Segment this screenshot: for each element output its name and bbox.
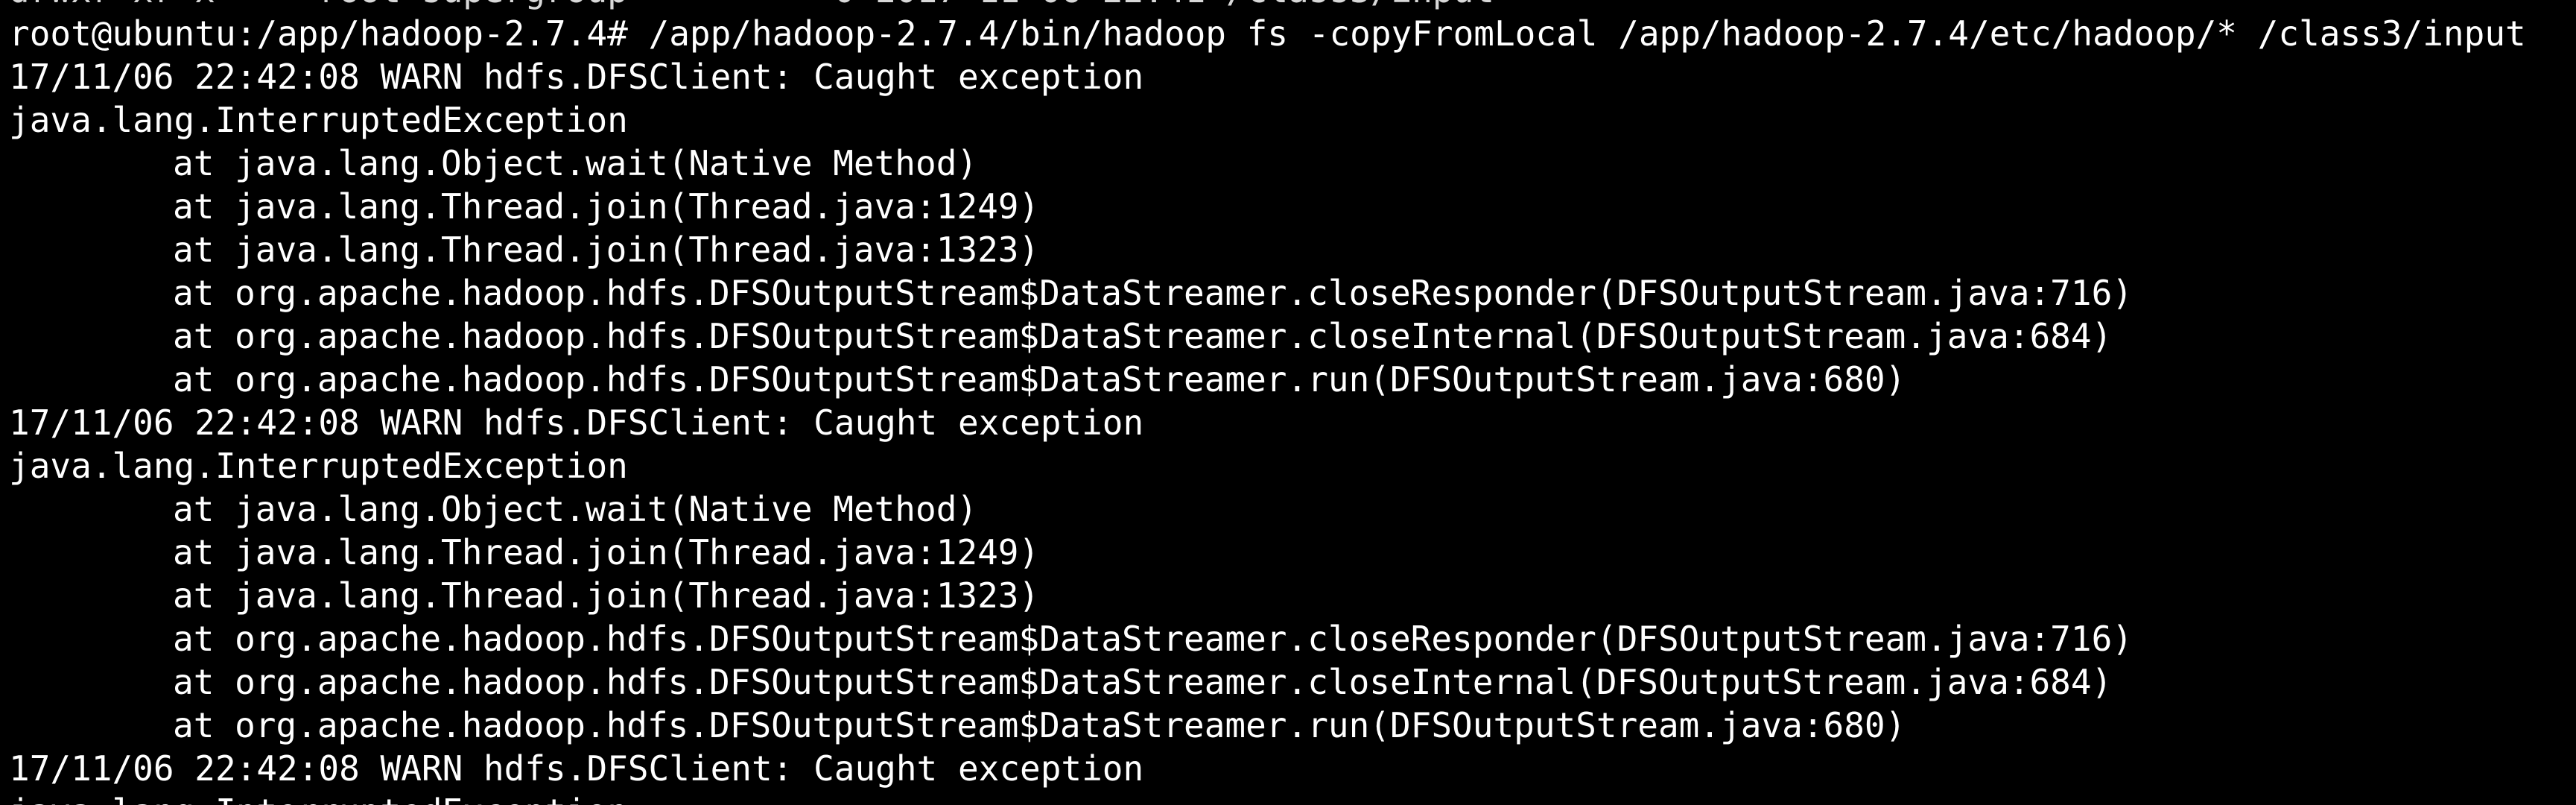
exception-line: java.lang.InterruptedException — [9, 100, 628, 140]
stack-trace-line: at java.lang.Object.wait(Native Method) — [173, 143, 978, 183]
terminal-line: drwxr-xr-x - root supergroup 0 2017-11-0… — [9, 0, 2526, 12]
exception-line: java.lang.InterruptedException — [9, 790, 2526, 805]
stack-trace-line: at org.apache.hadoop.hdfs.DFSOutputStrea… — [173, 273, 2133, 313]
warn-line: 17/11/06 22:42:08 WARN hdfs.DFSClient: C… — [9, 748, 1144, 789]
stack-trace-line: at java.lang.Thread.join(Thread.java:124… — [173, 532, 1040, 572]
exception-line: java.lang.InterruptedException — [9, 446, 628, 486]
stack-trace-line: at java.lang.Thread.join(Thread.java:132… — [173, 230, 1040, 270]
stack-trace-line: at java.lang.Thread.join(Thread.java:124… — [173, 186, 1040, 227]
terminal-window[interactable]: drwxr-xr-x - root supergroup 0 2017-11-0… — [0, 0, 2576, 805]
stack-trace-line: at org.apache.hadoop.hdfs.DFSOutputStrea… — [173, 662, 2113, 702]
stack-trace-line: at java.lang.Thread.join(Thread.java:132… — [173, 575, 1040, 616]
command-line: root@ubuntu:/app/hadoop-2.7.4# /app/hado… — [9, 13, 2526, 54]
stack-trace-line: at org.apache.hadoop.hdfs.DFSOutputStrea… — [173, 316, 2113, 356]
warn-line: 17/11/06 22:42:08 WARN hdfs.DFSClient: C… — [9, 57, 1144, 97]
stack-trace-line: at org.apache.hadoop.hdfs.DFSOutputStrea… — [173, 359, 1906, 400]
stack-trace-line: at org.apache.hadoop.hdfs.DFSOutputStrea… — [173, 705, 1906, 745]
stack-trace-line: at java.lang.Object.wait(Native Method) — [173, 489, 978, 529]
warn-line: 17/11/06 22:42:08 WARN hdfs.DFSClient: C… — [9, 402, 1144, 443]
terminal-output: drwxr-xr-x - root supergroup 0 2017-11-0… — [9, 0, 2526, 805]
stack-trace-line: at org.apache.hadoop.hdfs.DFSOutputStrea… — [173, 619, 2133, 659]
